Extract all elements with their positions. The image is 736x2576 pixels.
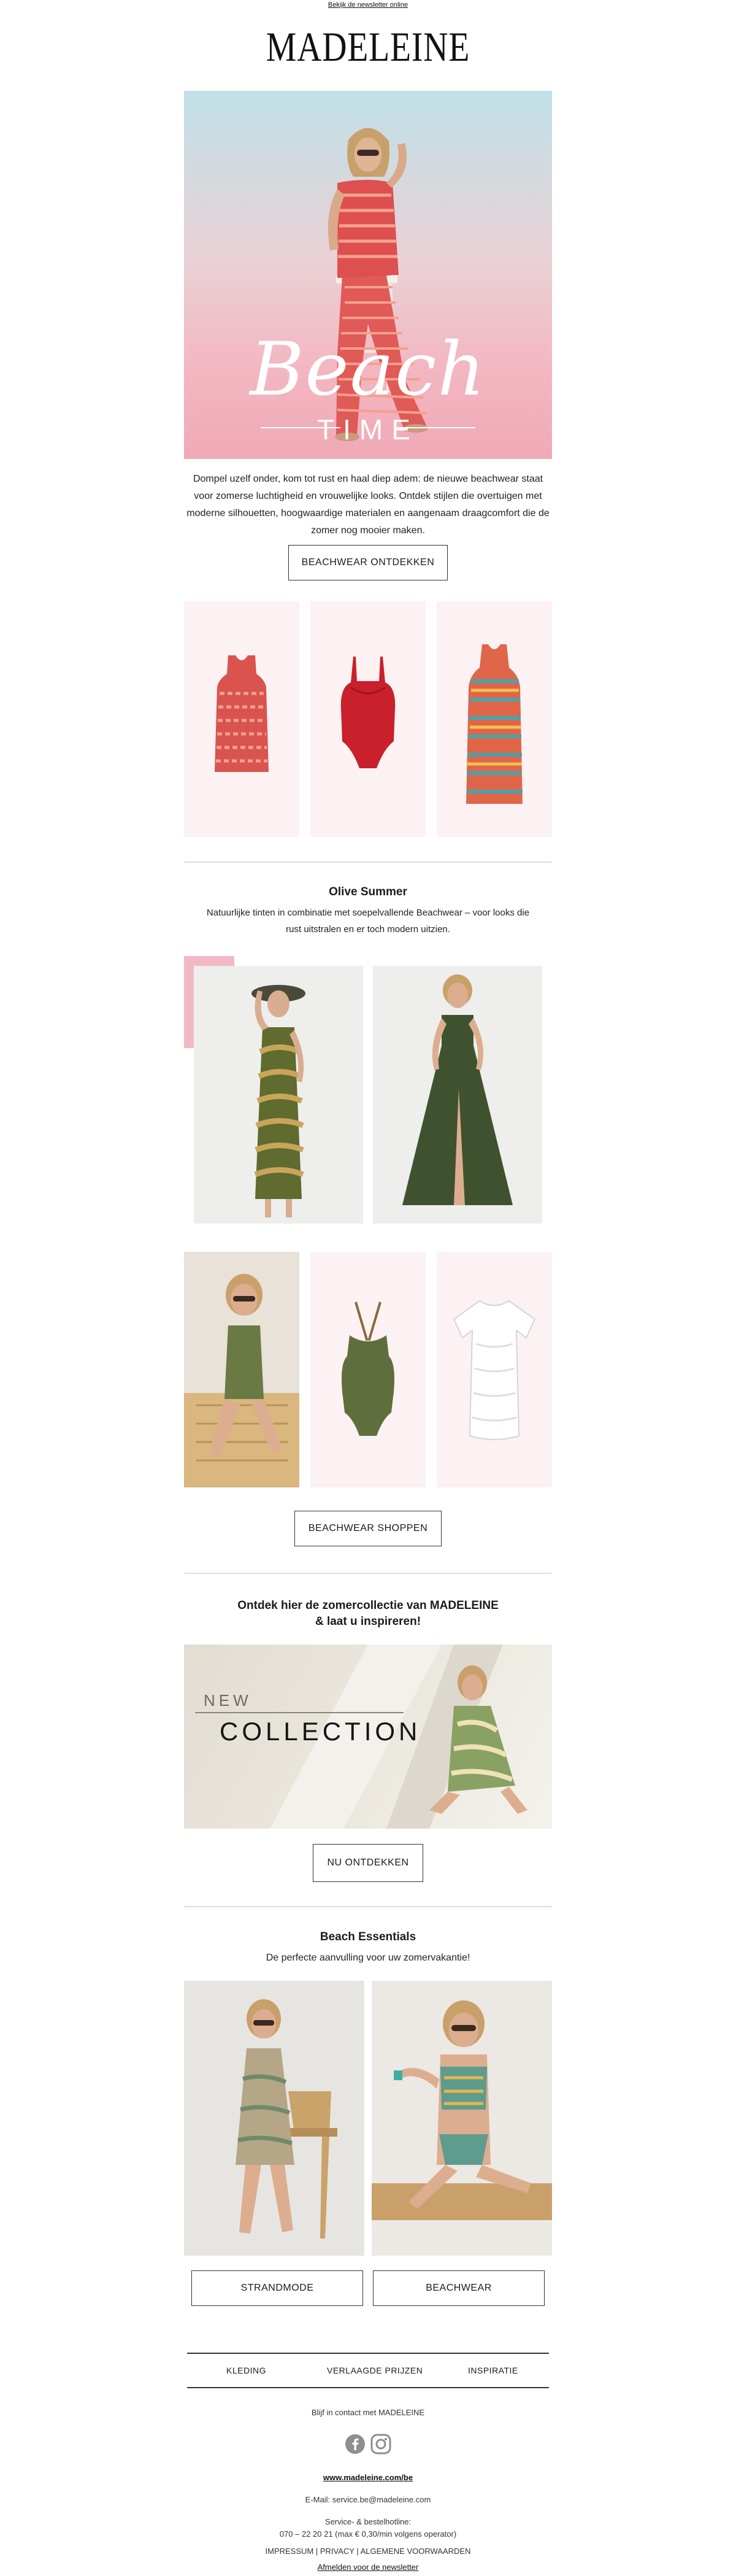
olive-photo-swimsuit-model[interactable] — [184, 1252, 299, 1487]
beach-dress-model-image — [236, 1999, 337, 2239]
footer-navigation: KLEDING VERLAAGDE PRIJZEN INSPIRATIE — [187, 2353, 549, 2388]
beachwear-button[interactable]: BEACHWEAR — [373, 2270, 545, 2306]
beachwear-discover-button[interactable]: BEACHWEAR ONTDEKKEN — [288, 545, 448, 580]
instagram-icon[interactable] — [370, 2434, 391, 2455]
olive-photo-green-dress[interactable] — [373, 966, 542, 1224]
website-link[interactable]: www.madeleine.com/be — [323, 2473, 413, 2482]
white-tunic-image — [453, 1300, 536, 1440]
red-swimsuit-image — [340, 657, 396, 768]
collection-title-line1: Ontdek hier de zomercollectie van MADELE… — [237, 1599, 499, 1612]
unsubscribe-wrap: Afmelden voor de newsletter — [0, 2563, 736, 2572]
contact-heading: Blijf in contact met MADELEINE — [311, 2408, 425, 2417]
view-online-link[interactable]: Bekijk de newsletter online — [328, 1, 408, 9]
hero-intro-text: Dompel uzelf onder, kom tot rust en haal… — [186, 474, 550, 536]
facebook-icon[interactable] — [345, 2434, 366, 2455]
product-tile-dress[interactable] — [437, 601, 552, 837]
banner-new-label: NEW — [204, 1691, 252, 1710]
product-tile-top[interactable] — [184, 601, 299, 837]
swimsuit-model-image — [184, 1274, 299, 1487]
section-divider — [184, 1573, 552, 1574]
olive-summer-title: Olive Summer — [329, 885, 407, 898]
olive-swimsuit-image — [342, 1301, 394, 1436]
product-tile-swimsuit-red[interactable] — [310, 601, 426, 837]
hero-caps-title: TIME — [317, 414, 419, 445]
olive-photo-zebra-dress[interactable] — [194, 966, 363, 1224]
product-tile-swimsuit-olive[interactable] — [310, 1252, 426, 1487]
hotline-label: Service- & bestelhotline: — [324, 2517, 412, 2526]
hero-banner[interactable]: Beach TIME — [184, 91, 552, 459]
footer-nav-clothing[interactable]: KLEDING — [226, 2366, 266, 2375]
pattern-dress-image — [466, 644, 523, 804]
brand-logo[interactable]: MADELEINE — [66, 25, 670, 69]
legal-links[interactable]: IMPRESSUM | PRIVACY | ALGEMENE VOORWAARD… — [0, 2547, 736, 2556]
collection-title: Ontdek hier de zomercollectie van MADELE… — [184, 1598, 552, 1630]
banner-collection-label: COLLECTION — [220, 1717, 421, 1746]
banner-rule — [195, 1712, 404, 1713]
hero-script-title: Beach — [250, 327, 486, 412]
unsubscribe-link[interactable]: Afmelden voor de newsletter — [318, 2563, 419, 2572]
bikini-model-image — [372, 2000, 552, 2220]
section-divider — [184, 1906, 552, 1907]
green-dress-model-image — [402, 974, 513, 1205]
essentials-photo-beach-dress[interactable] — [184, 1981, 364, 2256]
footer-nav-reduced-prices[interactable]: VERLAAGDE PRIJZEN — [327, 2366, 423, 2375]
olive-summer-subtitle: Natuurlijke tinten in combinatie met soe… — [206, 908, 530, 935]
beachwear-shop-button[interactable]: BEACHWEAR SHOPPEN — [294, 1511, 442, 1546]
new-collection-banner[interactable]: NEW COLLECTION — [184, 1645, 552, 1829]
beach-fashion-button[interactable]: STRANDMODE — [191, 2270, 363, 2306]
knit-top-image — [215, 655, 269, 772]
collection-title-line2: & laat u inspireren! — [315, 1615, 421, 1628]
view-online-bar: Bekijk de newsletter online — [0, 0, 736, 11]
essentials-title: Beach Essentials — [320, 1930, 416, 1943]
service-email: E-Mail: service.be@madeleine.com — [305, 2495, 431, 2504]
essentials-photo-bikini[interactable] — [372, 1981, 552, 2256]
hotline-number: 070 – 22 20 21 (max € 0,30/min volgens o… — [279, 2529, 457, 2539]
essentials-subtitle: De perfecte aanvulling voor uw zomervaka… — [266, 1953, 470, 1963]
footer-nav-inspiration[interactable]: INSPIRATIE — [468, 2366, 518, 2375]
zebra-dress-model-image — [251, 985, 305, 1217]
section-divider — [184, 862, 552, 863]
product-tile-tunic-white[interactable] — [437, 1252, 552, 1487]
discover-now-button[interactable]: NU ONTDEKKEN — [313, 1844, 423, 1882]
website-link-wrap: www.madeleine.com/be — [0, 2473, 736, 2482]
hero-rule-right — [396, 427, 475, 428]
